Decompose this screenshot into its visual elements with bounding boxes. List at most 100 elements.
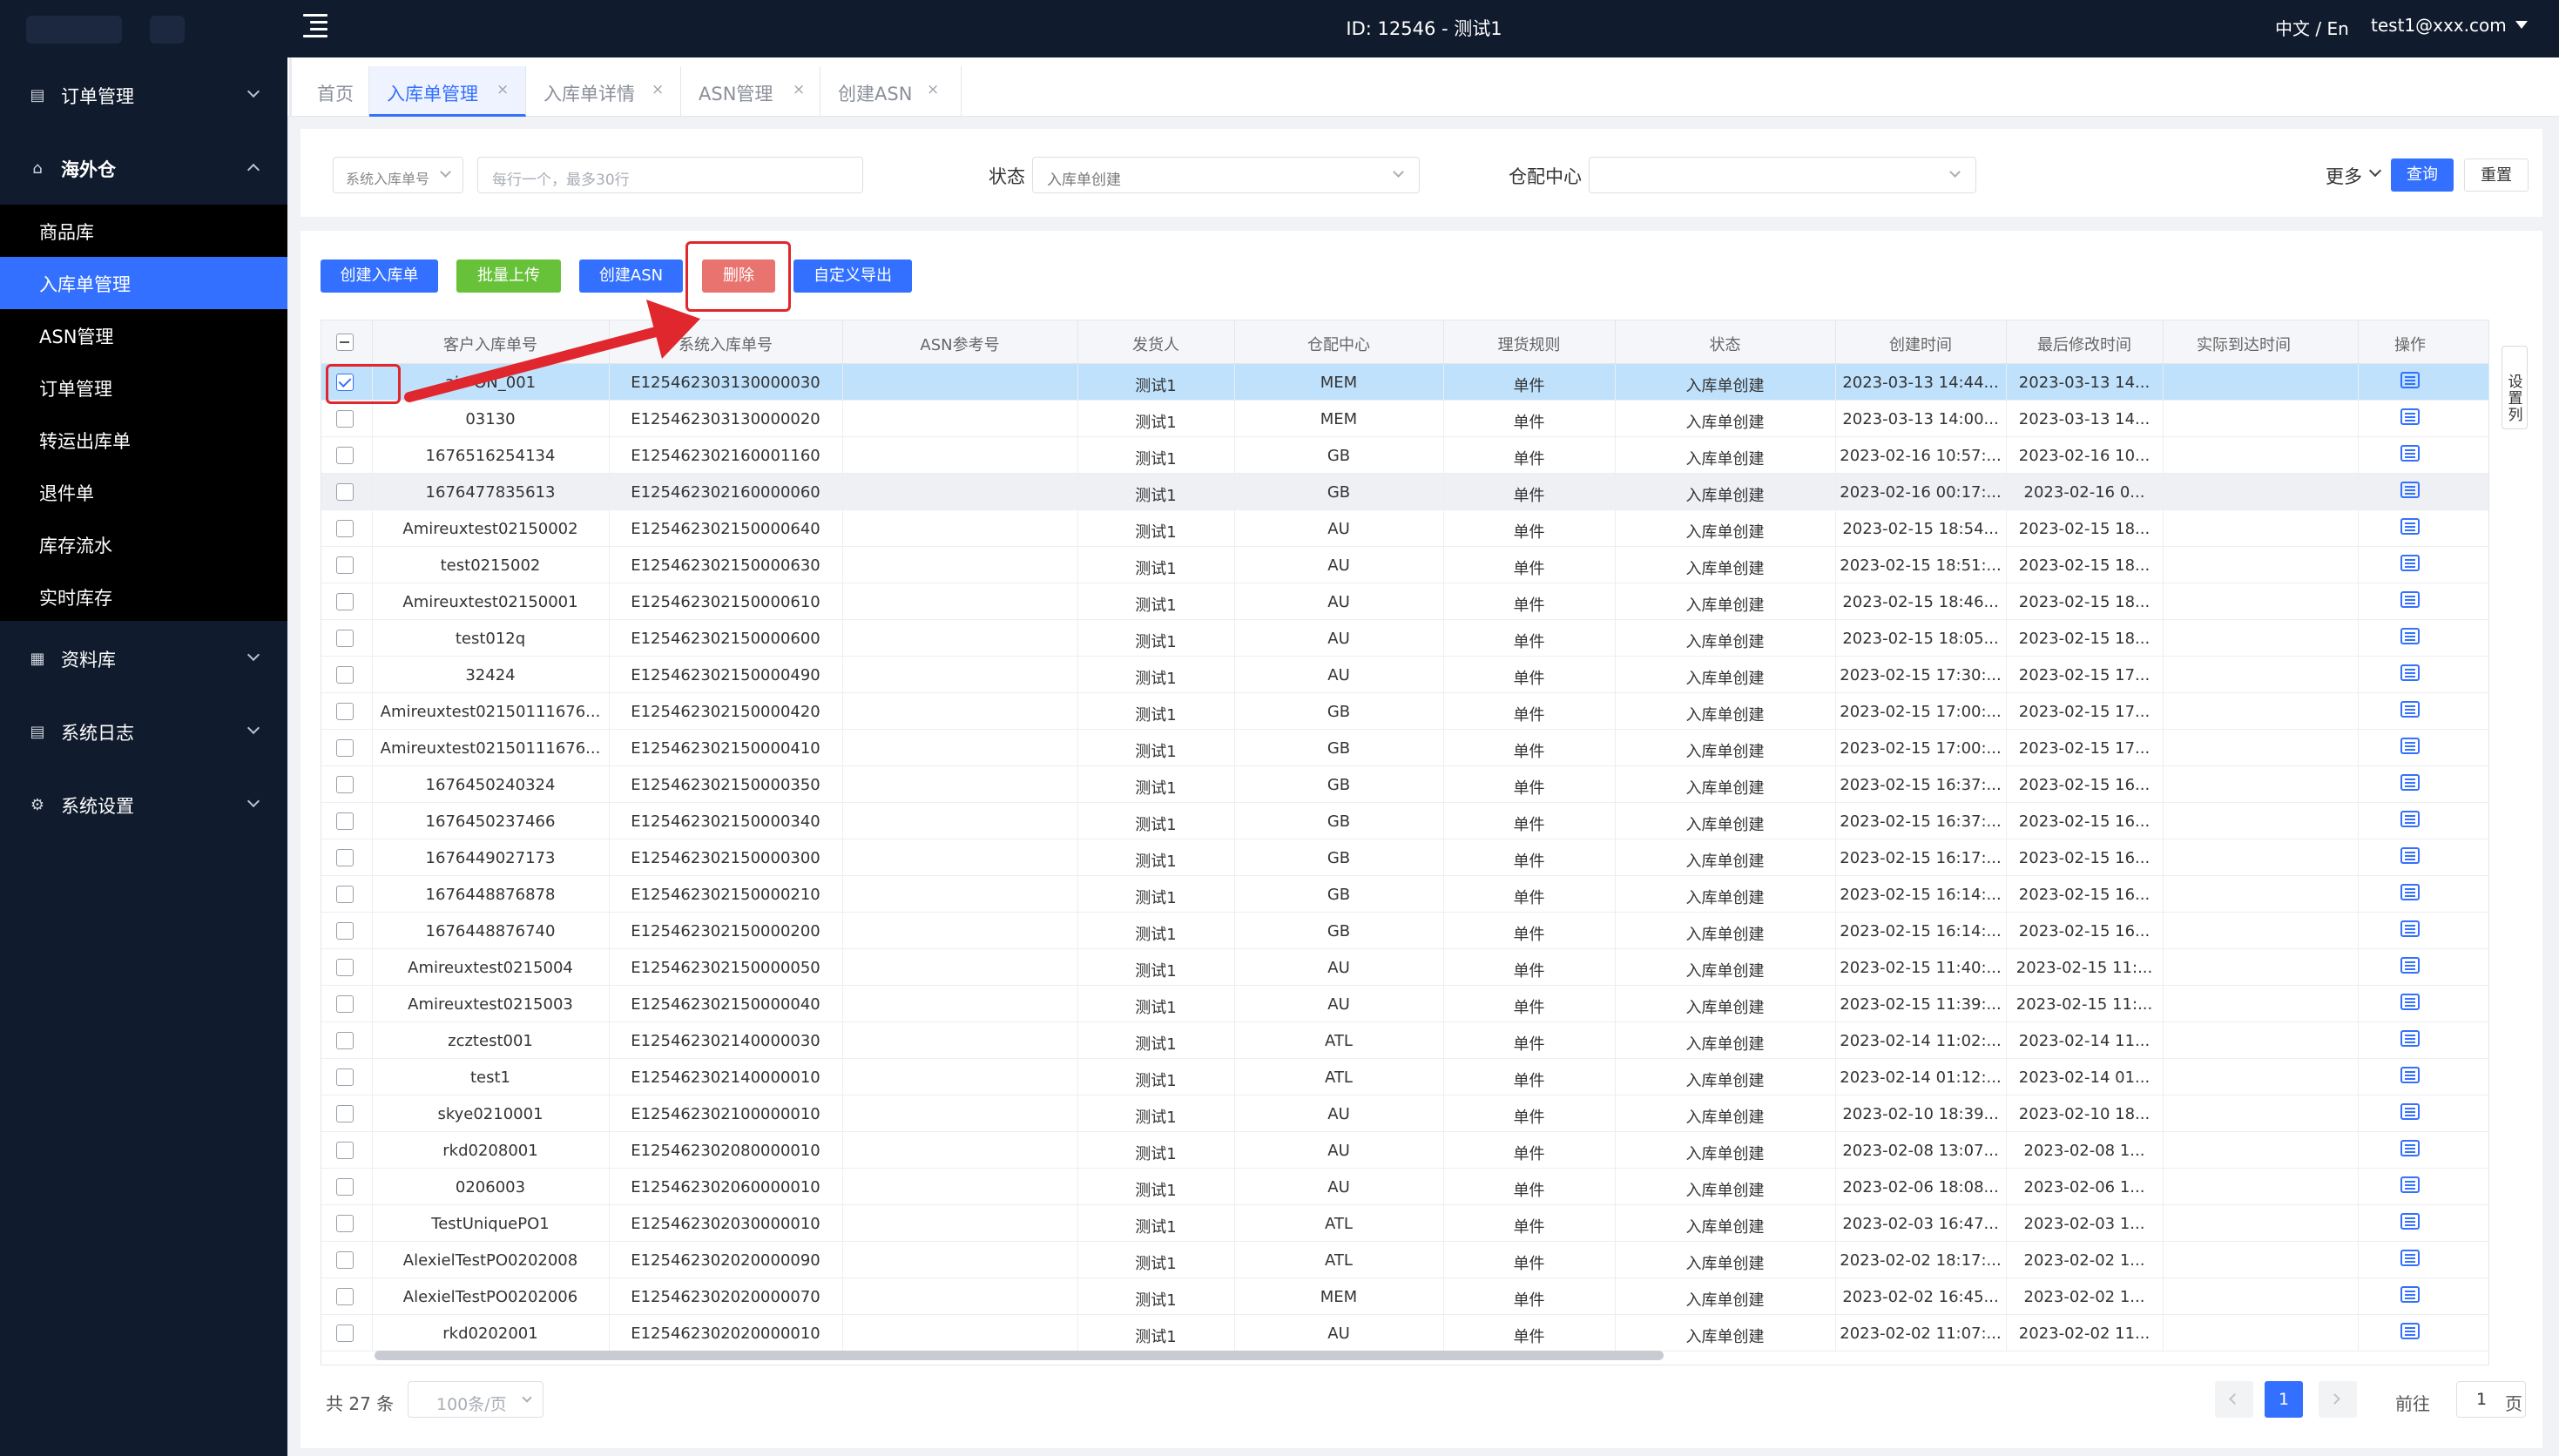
- select-all-checkbox[interactable]: [336, 334, 354, 351]
- detail-icon[interactable]: [2400, 408, 2420, 425]
- tab-create-asn[interactable]: 创建ASN ×: [820, 66, 962, 117]
- detail-icon[interactable]: [2400, 664, 2420, 681]
- row-checkbox[interactable]: [336, 995, 354, 1013]
- tab-asn-management[interactable]: ASN管理 ×: [681, 66, 820, 117]
- table-row[interactable]: 0206003 E125462302060000010 测试1 AU 单件 入库单创建 20…: [321, 1169, 2488, 1205]
- table-row[interactable]: 1676450237466 E125462302150000340 测试1 GB 单件 入…: [321, 803, 2488, 839]
- detail-icon[interactable]: [2400, 591, 2420, 608]
- table-row[interactable]: 1676448876740 E125462302150000200 测试1 GB 单件 入…: [321, 913, 2488, 949]
- detail-icon[interactable]: [2400, 811, 2420, 827]
- row-checkbox[interactable]: [336, 447, 354, 464]
- row-checkbox[interactable]: [336, 1251, 354, 1269]
- prev-page-button[interactable]: [2215, 1381, 2253, 1418]
- sidebar-item-order-management[interactable]: ▤ 订单管理: [0, 70, 287, 122]
- row-checkbox[interactable]: [336, 849, 354, 866]
- detail-icon[interactable]: [2400, 738, 2420, 754]
- table-row[interactable]: TestUniquePO1 E125462302030000010 测试1 ATL 单件…: [321, 1205, 2488, 1242]
- detail-icon[interactable]: [2400, 957, 2420, 974]
- detail-icon[interactable]: [2400, 847, 2420, 864]
- detail-icon[interactable]: [2400, 774, 2420, 791]
- detail-icon[interactable]: [2400, 628, 2420, 644]
- table-row[interactable]: 1676477835613 E125462302160000060 测试1 GB 单件 入…: [321, 474, 2488, 510]
- row-checkbox[interactable]: [336, 776, 354, 793]
- tab-inbound-detail[interactable]: 入库单详情 ×: [526, 66, 681, 117]
- horizontal-scrollbar[interactable]: [375, 1351, 1664, 1360]
- table-row[interactable]: test1 E125462302140000010 测试1 ATL 单件 入库单创建 202…: [321, 1059, 2488, 1095]
- row-checkbox[interactable]: [336, 1215, 354, 1232]
- detail-icon[interactable]: [2400, 1067, 2420, 1083]
- row-checkbox[interactable]: [336, 410, 354, 428]
- user-menu[interactable]: test1@xxx.com: [2371, 15, 2507, 36]
- status-select[interactable]: 入库单创建: [1032, 157, 1420, 193]
- detail-icon[interactable]: [2400, 920, 2420, 937]
- sidebar-subitem-asn[interactable]: ASN管理: [0, 309, 287, 361]
- warehouse-select[interactable]: [1589, 157, 1976, 193]
- search-field-select[interactable]: 系统入库单号: [333, 157, 463, 193]
- row-checkbox[interactable]: [336, 922, 354, 940]
- batch-upload-button[interactable]: 批量上传: [456, 260, 561, 293]
- detail-icon[interactable]: [2400, 1103, 2420, 1120]
- detail-icon[interactable]: [2400, 1286, 2420, 1303]
- query-button[interactable]: 查询: [2391, 158, 2454, 192]
- detail-icon[interactable]: [2400, 1140, 2420, 1156]
- row-checkbox[interactable]: [336, 1032, 354, 1049]
- table-row[interactable]: test012q E125462302150000600 测试1 AU 单件 入库单创建 2…: [321, 620, 2488, 657]
- sidebar-subitem-stock-flow[interactable]: 库存流水: [0, 518, 287, 570]
- detail-icon[interactable]: [2400, 1030, 2420, 1047]
- create-asn-button[interactable]: 创建ASN: [579, 260, 683, 293]
- row-checkbox[interactable]: [336, 520, 354, 537]
- row-checkbox[interactable]: [336, 1325, 354, 1342]
- more-filters-toggle[interactable]: 更多: [2326, 163, 2362, 189]
- row-checkbox[interactable]: [336, 483, 354, 501]
- sidebar-subitem-transfer-outbound[interactable]: 转运出库单: [0, 414, 287, 466]
- row-checkbox[interactable]: [336, 1178, 354, 1196]
- table-row[interactable]: Amireuxtest0215004 E125462302150000050 测试1…: [321, 949, 2488, 986]
- table-row[interactable]: 1676450240324 E125462302150000350 测试1 GB 单件 入…: [321, 766, 2488, 803]
- close-icon[interactable]: ×: [793, 81, 805, 98]
- detail-icon[interactable]: [2400, 445, 2420, 462]
- row-checkbox[interactable]: [336, 1288, 354, 1305]
- row-checkbox[interactable]: [336, 812, 354, 830]
- page-size-select[interactable]: 100条/页: [408, 1381, 544, 1418]
- table-row[interactable]: test0215002 E125462302150000630 测试1 AU 单件 入库单…: [321, 547, 2488, 583]
- detail-icon[interactable]: [2400, 555, 2420, 571]
- tab-inbound-orders[interactable]: 入库单管理 ×: [369, 66, 526, 117]
- table-row[interactable]: rkd0202001 E125462302020000010 测试1 AU 单件 入库单创…: [321, 1315, 2488, 1352]
- table-row[interactable]: skye0210001 E125462302100000010 测试1 AU 单件 入库单…: [321, 1095, 2488, 1132]
- order-number-input[interactable]: 每行一个，最多30行: [477, 157, 863, 193]
- sidebar-subitem-returns[interactable]: 退件单: [0, 466, 287, 518]
- table-row[interactable]: AlexielTestPO0202008 E125462302020000090 测…: [321, 1242, 2488, 1278]
- row-checkbox[interactable]: [336, 630, 354, 647]
- current-page[interactable]: 1: [2265, 1381, 2303, 1418]
- table-row[interactable]: 03130 E125462303130000020 测试1 MEM 单件 入库单创建 202…: [321, 401, 2488, 437]
- language-switch[interactable]: 中文 / En: [2275, 15, 2349, 40]
- detail-icon[interactable]: [2400, 1213, 2420, 1230]
- table-row[interactable]: Amireuxtest02150111676... E12546230215000…: [321, 730, 2488, 766]
- table-row[interactable]: 1676449027173 E125462302150000300 测试1 GB 单件 入…: [321, 839, 2488, 876]
- row-checkbox[interactable]: [336, 1068, 354, 1086]
- custom-export-button[interactable]: 自定义导出: [793, 260, 912, 293]
- sidebar-item-system-settings[interactable]: ⚙ 系统设置: [0, 779, 287, 832]
- close-icon[interactable]: ×: [652, 81, 664, 98]
- table-row[interactable]: Amireuxtest02150001 E125462302150000610 测试…: [321, 583, 2488, 620]
- table-row[interactable]: Amireuxtest02150111676... E12546230215000…: [321, 693, 2488, 730]
- table-row[interactable]: 32424 E125462302150000490 测试1 AU 单件 入库单创建 2023…: [321, 657, 2488, 693]
- next-page-button[interactable]: [2319, 1381, 2357, 1418]
- detail-icon[interactable]: [2400, 518, 2420, 535]
- detail-icon[interactable]: [2400, 372, 2420, 388]
- row-checkbox[interactable]: [336, 593, 354, 610]
- sidebar-subitem-orders[interactable]: 订单管理: [0, 361, 287, 414]
- close-icon[interactable]: ×: [927, 81, 939, 98]
- detail-icon[interactable]: [2400, 1176, 2420, 1193]
- sidebar-item-overseas-warehouse[interactable]: ⌂ 海外仓: [0, 143, 287, 195]
- sidebar-subitem-inbound-orders[interactable]: 入库单管理: [0, 257, 287, 309]
- detail-icon[interactable]: [2400, 994, 2420, 1010]
- row-checkbox[interactable]: [336, 556, 354, 574]
- sidebar-item-system-log[interactable]: ▤ 系统日志: [0, 706, 287, 758]
- row-checkbox[interactable]: [336, 739, 354, 757]
- caret-down-icon[interactable]: [2515, 21, 2528, 29]
- table-row[interactable]: AlexielTestPO0202006 E125462302020000070 测…: [321, 1278, 2488, 1315]
- sidebar-subitem-realtime-stock[interactable]: 实时库存: [0, 570, 287, 623]
- close-icon[interactable]: ×: [496, 81, 509, 98]
- row-checkbox[interactable]: [336, 886, 354, 903]
